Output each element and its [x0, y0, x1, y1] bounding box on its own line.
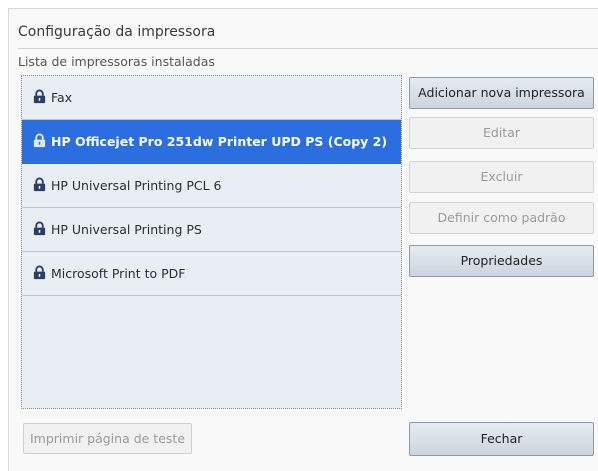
printer-name: HP Universal Printing PCL 6 [51, 178, 222, 193]
lock-icon [32, 221, 51, 239]
lock-icon [32, 177, 51, 195]
printer-name: Microsoft Print to PDF [51, 266, 186, 281]
edit-button[interactable]: Editar [409, 117, 594, 149]
set-default-button[interactable]: Definir como padrão [409, 202, 594, 234]
close-button[interactable]: Fechar [409, 422, 594, 456]
dialog-title: Configuração da impressora [18, 24, 216, 40]
printer-list-item[interactable]: Fax [22, 76, 401, 120]
printer-list[interactable]: Fax HP Officejet Pro 251dw Printer UPD PS… [21, 75, 402, 409]
lock-icon [32, 89, 51, 107]
lock-icon [32, 133, 51, 151]
printer-name: Fax [51, 90, 73, 105]
printer-name: HP Universal Printing PS [51, 222, 202, 237]
print-test-page-button[interactable]: Imprimir página de teste [23, 423, 192, 454]
delete-button[interactable]: Excluir [409, 161, 594, 193]
title-separator [18, 48, 598, 49]
printer-list-item[interactable]: HP Universal Printing PCL 6 [22, 164, 401, 208]
lock-icon [32, 265, 51, 283]
printer-list-item[interactable]: Microsoft Print to PDF [22, 252, 401, 296]
printer-name: HP Officejet Pro 251dw Printer UPD PS (C… [51, 134, 388, 149]
printer-list-item[interactable]: HP Universal Printing PS [22, 208, 401, 252]
add-printer-button[interactable]: Adicionar nova impressora [409, 77, 594, 109]
printer-list-item[interactable]: HP Officejet Pro 251dw Printer UPD PS (C… [22, 120, 401, 164]
properties-button[interactable]: Propriedades [409, 245, 594, 277]
printer-list-label: Lista de impressoras instaladas [18, 54, 215, 69]
